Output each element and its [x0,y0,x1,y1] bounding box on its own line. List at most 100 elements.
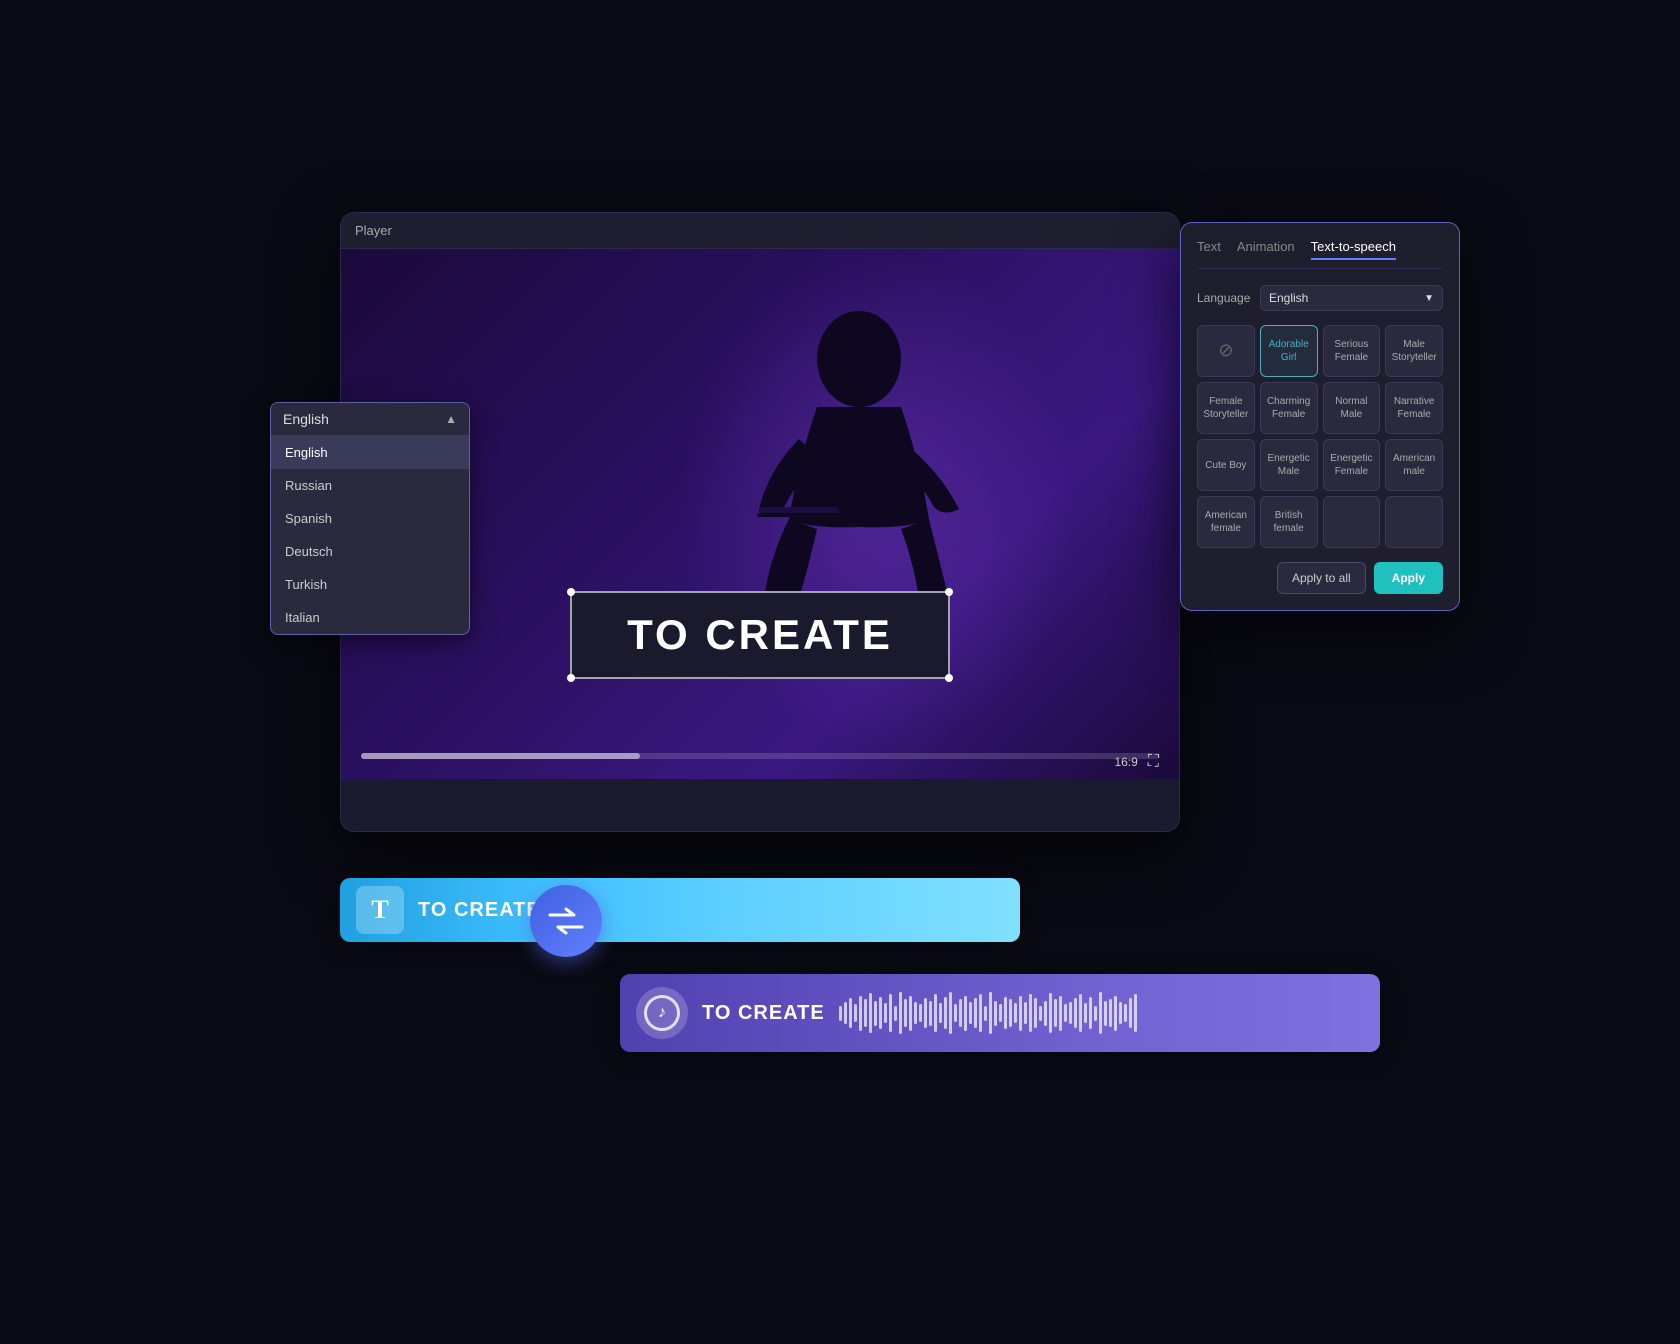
voice-label-energetic-male: Energetic Male [1265,452,1313,478]
tts-panel: Text Animation Text-to-speech Language E… [1180,222,1460,611]
waveform-bar [899,992,902,1034]
waveform [839,988,1364,1038]
dropdown-item-italian[interactable]: Italian [271,601,469,634]
transfer-button[interactable] [530,885,602,957]
waveform-bar [974,998,977,1028]
waveform-bar [874,1001,877,1026]
waveform-bar [1124,1004,1127,1022]
overlay-text: TO CREATE [627,611,893,658]
voice-label-female-storyteller: Female Storyteller [1202,395,1250,421]
waveform-bar [984,1006,987,1021]
voice-cell-female-storyteller[interactable]: Female Storyteller [1197,382,1255,434]
voice-cell-adorable-girl[interactable]: Adorable Girl [1260,325,1318,377]
waveform-bar [904,999,907,1027]
waveform-bar [1019,996,1022,1031]
voice-label-american-female: American female [1202,509,1250,535]
waveform-bar [1099,992,1102,1034]
waveform-bar [849,998,852,1028]
waveform-bar [1054,999,1057,1027]
waveform-bar [879,997,882,1029]
voice-label-normal-male: Normal Male [1328,395,1376,421]
waveform-bar [1084,1003,1087,1023]
dropdown-item-turkish[interactable]: Turkish [271,568,469,601]
waveform-bar [884,1003,887,1023]
waveform-bar [1109,999,1112,1027]
voice-cell-energetic-male[interactable]: Energetic Male [1260,439,1318,491]
waveform-bar [1074,998,1077,1028]
waveform-bar [924,998,927,1028]
voice-cell-narrative-female[interactable]: Narrative Female [1385,382,1443,434]
waveform-bar [1089,997,1092,1029]
waveform-bar [949,992,952,1034]
tab-animation[interactable]: Animation [1237,239,1295,260]
waveform-bar [1009,999,1012,1027]
apply-button[interactable]: Apply [1374,562,1443,594]
timeline-audio-bar: ♪ TO CREATE [620,974,1380,1052]
audio-icon-circle: ♪ [636,987,688,1039]
waveform-bar [944,997,947,1029]
audio-icon-inner: ♪ [644,995,680,1031]
voice-cell-american-female[interactable]: American female [1197,496,1255,548]
dropdown-item-spanish[interactable]: Spanish [271,502,469,535]
voice-cell-charming-female[interactable]: Charming Female [1260,382,1318,434]
waveform-bar [999,1004,1002,1022]
waveform-bar [1059,996,1062,1031]
timeline-text-bar: T TO CREATE [340,878,1020,942]
aspect-ratio-label[interactable]: 16:9 [1114,755,1137,769]
waveform-bar [994,1001,997,1026]
voice-cell-cute-boy[interactable]: Cute Boy [1197,439,1255,491]
voice-cell-male-storyteller[interactable]: Male Storyteller [1385,325,1443,377]
tts-bottom-buttons: Apply to all Apply [1197,562,1443,594]
waveform-bar [939,1003,942,1023]
voice-cell-british-female[interactable]: British female [1260,496,1318,548]
timeline-audio-track-label: TO CREATE [702,1002,825,1025]
dropdown-arrow-icon: ▲ [445,412,457,426]
player-titlebar: Player [341,213,1179,249]
dropdown-selected-value: English [283,411,329,427]
voice-grid: ⊘ Adorable Girl Serious Female Male Stor… [1197,325,1443,548]
waveform-bar [859,996,862,1031]
tts-tabs: Text Animation Text-to-speech [1197,239,1443,269]
dropdown-item-english[interactable]: English [271,436,469,469]
tab-text[interactable]: Text [1197,239,1221,260]
voice-cell-normal-male[interactable]: Normal Male [1323,382,1381,434]
voice-label-male-storyteller: Male Storyteller [1390,338,1438,364]
tts-language-select[interactable]: English ▼ [1260,285,1443,311]
waveform-bar [1024,1002,1027,1024]
language-dropdown[interactable]: English ▲ English Russian Spanish Deutsc… [270,402,470,635]
voice-cell-serious-female[interactable]: Serious Female [1323,325,1381,377]
waveform-bar [1094,1006,1097,1021]
waveform-bar [889,994,892,1032]
video-scrubber[interactable] [361,753,1159,759]
waveform-bar [919,1004,922,1022]
dropdown-item-russian[interactable]: Russian [271,469,469,502]
voice-label-american-male: American male [1390,452,1438,478]
waveform-bar [1079,994,1082,1032]
tab-text-to-speech[interactable]: Text-to-speech [1311,239,1396,260]
tts-language-row: Language English ▼ [1197,285,1443,311]
waveform-bar [1064,1004,1067,1022]
waveform-bar [1014,1003,1017,1023]
t-icon-label: T [371,895,388,925]
waveform-bar [1134,994,1137,1032]
voice-label-serious-female: Serious Female [1328,338,1376,364]
voice-cell-american-male[interactable]: American male [1385,439,1443,491]
dropdown-header[interactable]: English ▲ [271,403,469,436]
waveform-bar [1069,1002,1072,1024]
waveform-bar [1104,1001,1107,1026]
waveform-bar [1039,1006,1042,1021]
voice-cell-energetic-female[interactable]: Energetic Female [1323,439,1381,491]
player-title: Player [355,223,392,238]
waveform-bar [1049,993,1052,1033]
waveform-bar [1129,998,1132,1028]
apply-all-button[interactable]: Apply to all [1277,562,1366,594]
voice-cell-none[interactable]: ⊘ [1197,325,1255,377]
timeline-text-track-label: TO CREATE [418,899,541,922]
corner-dot-br [945,674,953,682]
no-voice-icon: ⊘ [1218,339,1233,362]
waveform-bar [964,996,967,1031]
dropdown-item-deutsch[interactable]: Deutsch [271,535,469,568]
fullscreen-icon[interactable]: ⛶ [1148,753,1159,771]
tts-language-value: English [1269,291,1308,305]
waveform-bar [839,1006,842,1021]
